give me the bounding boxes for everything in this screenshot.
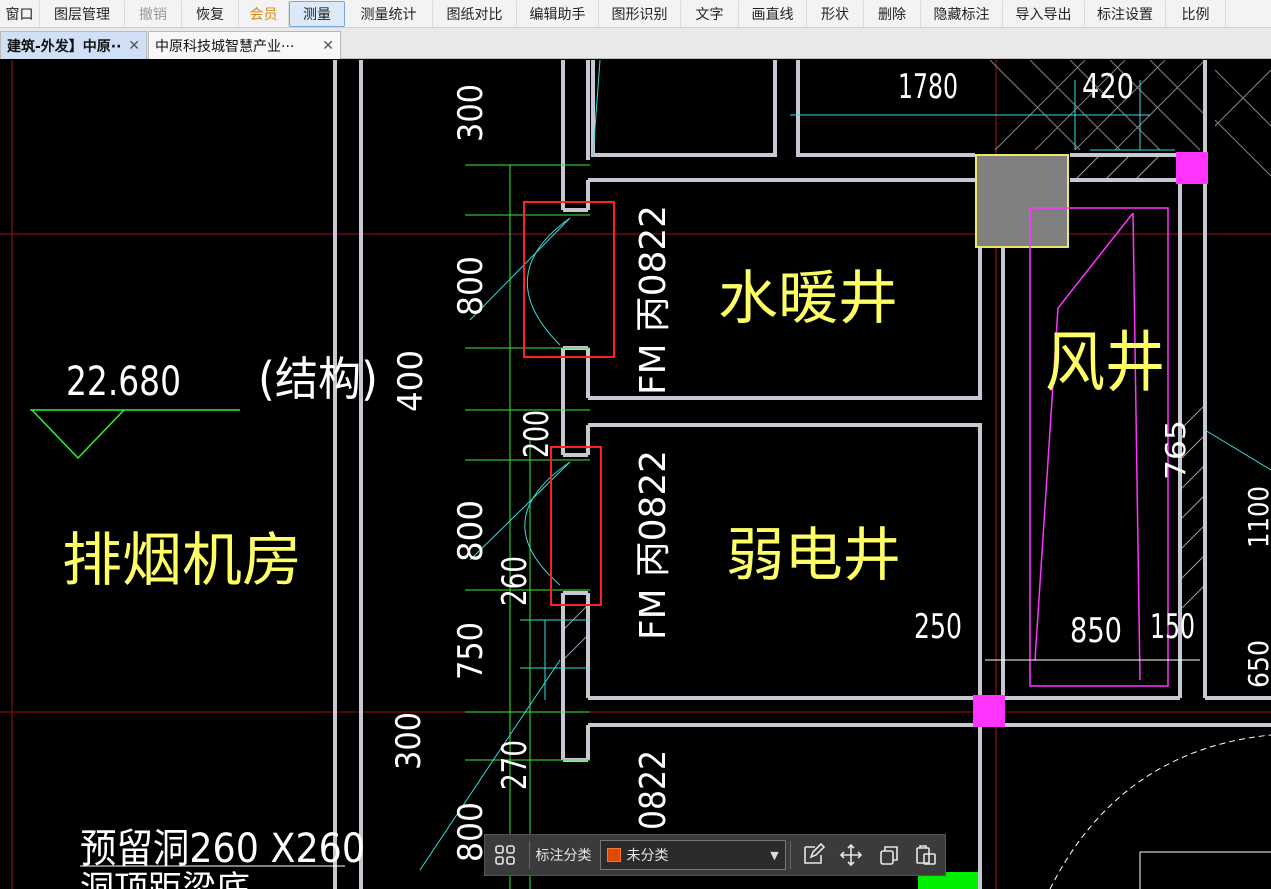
room-label-hvac-shaft: 水暖井 bbox=[718, 264, 898, 332]
edit-note-button[interactable] bbox=[795, 838, 833, 872]
dim-270: 270 bbox=[495, 740, 535, 790]
class-color-swatch bbox=[606, 848, 621, 862]
grid-apps-icon[interactable] bbox=[485, 844, 525, 866]
dim-1100: 1100 bbox=[1242, 486, 1271, 548]
dim-200: 200 bbox=[517, 410, 557, 458]
copy-button[interactable] bbox=[870, 838, 908, 872]
toolbar-button-3[interactable]: 恢复 bbox=[182, 0, 239, 27]
toolbar-button-10[interactable]: 文字 bbox=[681, 0, 739, 27]
main-toolbar: 窗口 图层管理 撤销 恢复 会员 测量 测量统计 图纸对比 编辑助手 图形识别 文字 画直线 形状 删除隐… bbox=[0, 0, 1271, 28]
door-tag-2: FM 丙0822 bbox=[633, 450, 674, 640]
dim-300-top: 300 bbox=[451, 84, 491, 142]
paste-icon bbox=[916, 845, 937, 865]
dim-800-a: 800 bbox=[451, 256, 491, 316]
toolbar-button-13[interactable]: 删除 bbox=[864, 0, 921, 27]
toolbar-button-6[interactable]: 测量统计 bbox=[345, 0, 433, 27]
paste-button[interactable] bbox=[907, 838, 945, 872]
room-label-smoke-exhaust: 排烟机房 bbox=[62, 526, 302, 594]
door-tag-1: FM 丙0822 bbox=[633, 205, 674, 395]
close-icon[interactable]: ✕ bbox=[322, 38, 334, 54]
annotation-class-select[interactable]: 未分类 ▼ bbox=[599, 840, 786, 870]
dim-1780: 1780 bbox=[898, 67, 958, 107]
opening-note-partial: 洞顶距梁底 bbox=[80, 869, 250, 889]
dim-250: 250 bbox=[914, 607, 962, 647]
move-button[interactable] bbox=[832, 838, 870, 872]
dim-420: 420 bbox=[1082, 67, 1134, 107]
room-label-air-shaft: 风井 bbox=[1045, 324, 1165, 401]
tab-document-2[interactable]: 中原科技城智慧产业··· ✕ bbox=[148, 31, 341, 59]
toolbar-button-7[interactable]: 图纸对比 bbox=[433, 0, 517, 27]
close-icon[interactable]: ✕ bbox=[128, 38, 140, 54]
edit-icon bbox=[804, 843, 826, 864]
annotation-toolbar: 标注分类 未分类 ▼ bbox=[484, 834, 946, 876]
toolbar-button-2[interactable]: 撤销 bbox=[125, 0, 182, 27]
dim-765: 765 bbox=[1159, 420, 1192, 480]
toolbar-button-9[interactable]: 图形识别 bbox=[599, 0, 681, 27]
copy-icon bbox=[879, 846, 898, 865]
cad-drawing-canvas[interactable]: 排烟机房 水暖井 弱电井 风井 22.680 (结构) FM 丙0822 FM … bbox=[0, 60, 1271, 889]
dim-850: 850 bbox=[1070, 611, 1122, 651]
toolbar-button-12[interactable]: 形状 bbox=[807, 0, 864, 27]
structural-column bbox=[975, 154, 1069, 248]
separator bbox=[528, 841, 530, 869]
toolbar-button-16[interactable]: 标注设置 bbox=[1085, 0, 1166, 27]
annotation-class-label: 标注分类 bbox=[535, 848, 592, 864]
tab-document-1[interactable]: 建筑-外发】中原·· ✕ bbox=[0, 31, 147, 59]
room-label-low-voltage-shaft: 弱电井 bbox=[726, 521, 901, 589]
toolbar-button-17[interactable]: 比例 bbox=[1166, 0, 1226, 27]
elevation-value: 22.680 bbox=[66, 359, 181, 405]
dim-650: 650 bbox=[1242, 640, 1271, 688]
toolbar-button-14[interactable]: 隐藏标注 bbox=[921, 0, 1003, 27]
dim-800-b: 800 bbox=[451, 500, 491, 562]
toolbar-button-1[interactable]: 图层管理 bbox=[40, 0, 125, 27]
toolbar-button-0[interactable]: 窗口 bbox=[0, 0, 40, 27]
dim-300-bottom: 300 bbox=[389, 712, 429, 770]
tab-label: 建筑-外发】中原·· bbox=[7, 38, 122, 55]
opening-note: 预留洞260 X260 bbox=[80, 826, 365, 872]
toolbar-button-8[interactable]: 编辑助手 bbox=[517, 0, 599, 27]
structure-note: (结构) bbox=[258, 352, 378, 406]
toolbar-button-11[interactable]: 画直线 bbox=[739, 0, 807, 27]
document-tab-bar: 建筑-外发】中原·· ✕ 中原科技城智慧产业··· ✕ bbox=[0, 28, 1271, 59]
dim-150: 150 bbox=[1150, 607, 1195, 647]
tab-label: 中原科技城智慧产业··· bbox=[155, 38, 295, 55]
dim-400: 400 bbox=[391, 350, 431, 412]
toolbar-button-4[interactable]: 会员 bbox=[239, 0, 289, 27]
dim-260: 260 bbox=[495, 556, 535, 606]
move-icon bbox=[839, 843, 863, 867]
chevron-down-icon: ▼ bbox=[770, 849, 779, 862]
selected-class: 未分类 bbox=[626, 848, 669, 864]
dim-750: 750 bbox=[451, 622, 491, 680]
door-tag-3: 0822 bbox=[633, 750, 674, 830]
toolbar-button-15[interactable]: 导入导出 bbox=[1003, 0, 1085, 27]
separator bbox=[789, 841, 791, 869]
toolbar-button-5[interactable]: 测量 bbox=[289, 0, 345, 27]
